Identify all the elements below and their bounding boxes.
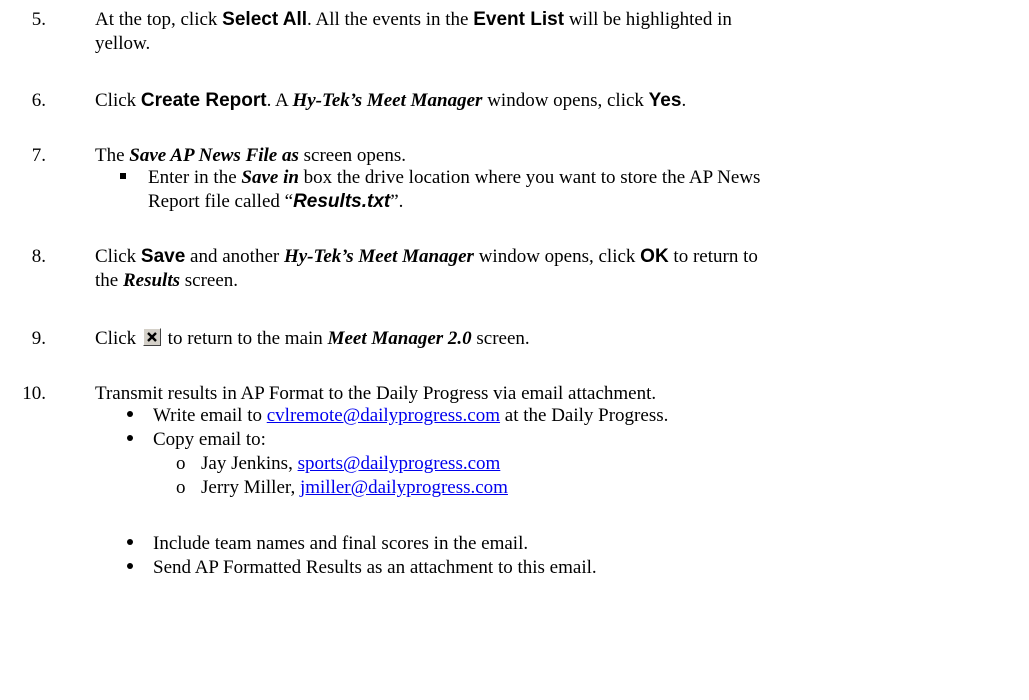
select-all-label: Select All bbox=[222, 9, 308, 30]
step-text: Transmit results in AP Format to the Dai… bbox=[95, 383, 657, 404]
save-in-label: Save in bbox=[241, 167, 299, 188]
bullet-text: Send AP Formatted Results as an attachme… bbox=[153, 557, 597, 578]
results-txt-label: Results.txt bbox=[293, 191, 391, 212]
step-number: 10. bbox=[22, 383, 46, 404]
step-number: 7. bbox=[31, 145, 46, 166]
bullet-dot-icon bbox=[127, 539, 133, 545]
step-text: The Save AP News File as screen opens. bbox=[95, 145, 406, 166]
ok-label: OK bbox=[640, 246, 669, 267]
meet-manager-label: Meet Manager 2.0 bbox=[327, 328, 472, 349]
circle-bullet-icon: o bbox=[176, 477, 186, 498]
step-number: 5. bbox=[31, 9, 46, 30]
hytek-window-label: Hy-Tek’s Meet Manager bbox=[292, 90, 483, 111]
bullet-text: Copy email to: bbox=[153, 429, 266, 450]
event-list-label: Event List bbox=[473, 9, 565, 30]
step-number: 9. bbox=[31, 328, 46, 349]
step-text: At the top, click Select All. All the ev… bbox=[95, 9, 732, 54]
step-number: 6. bbox=[31, 90, 46, 111]
contact-item: Jay Jenkins, sports@dailyprogress.com bbox=[201, 453, 501, 474]
circle-bullet-icon: o bbox=[176, 453, 186, 474]
cvlremote-email-link[interactable]: cvlremote@dailyprogress.com bbox=[267, 405, 500, 426]
contact-item: Jerry Miller, jmiller@dailyprogress.com bbox=[201, 477, 508, 498]
sports-email-link[interactable]: sports@dailyprogress.com bbox=[298, 453, 501, 474]
save-ap-news-label: Save AP News File as bbox=[129, 145, 299, 166]
bullet-text: Write email to cvlremote@dailyprogress.c… bbox=[153, 405, 669, 426]
step-text: Click to return to the main Meet Manager… bbox=[95, 328, 530, 349]
bullet-dot-icon bbox=[127, 563, 133, 569]
save-label: Save bbox=[140, 246, 186, 267]
yes-label: Yes bbox=[648, 90, 682, 111]
square-bullet-icon bbox=[120, 173, 126, 179]
bullet-text: Enter in the Save in box the drive locat… bbox=[148, 167, 761, 212]
hytek-window-label: Hy-Tek’s Meet Manager bbox=[283, 246, 474, 267]
bullet-text: Include team names and final scores in t… bbox=[153, 533, 529, 554]
results-screen-label: Results bbox=[122, 270, 180, 291]
create-report-label: Create Report bbox=[140, 90, 267, 111]
step-number: 8. bbox=[31, 246, 46, 267]
bullet-dot-icon bbox=[127, 435, 133, 441]
close-x-icon bbox=[142, 328, 161, 346]
step-text: Click Create Report. A Hy-Tek’s Meet Man… bbox=[95, 90, 687, 111]
bullet-dot-icon bbox=[127, 411, 133, 417]
jmiller-email-link[interactable]: jmiller@dailyprogress.com bbox=[300, 477, 508, 498]
step-text: Click Save and another Hy-Tek’s Meet Man… bbox=[95, 246, 758, 291]
